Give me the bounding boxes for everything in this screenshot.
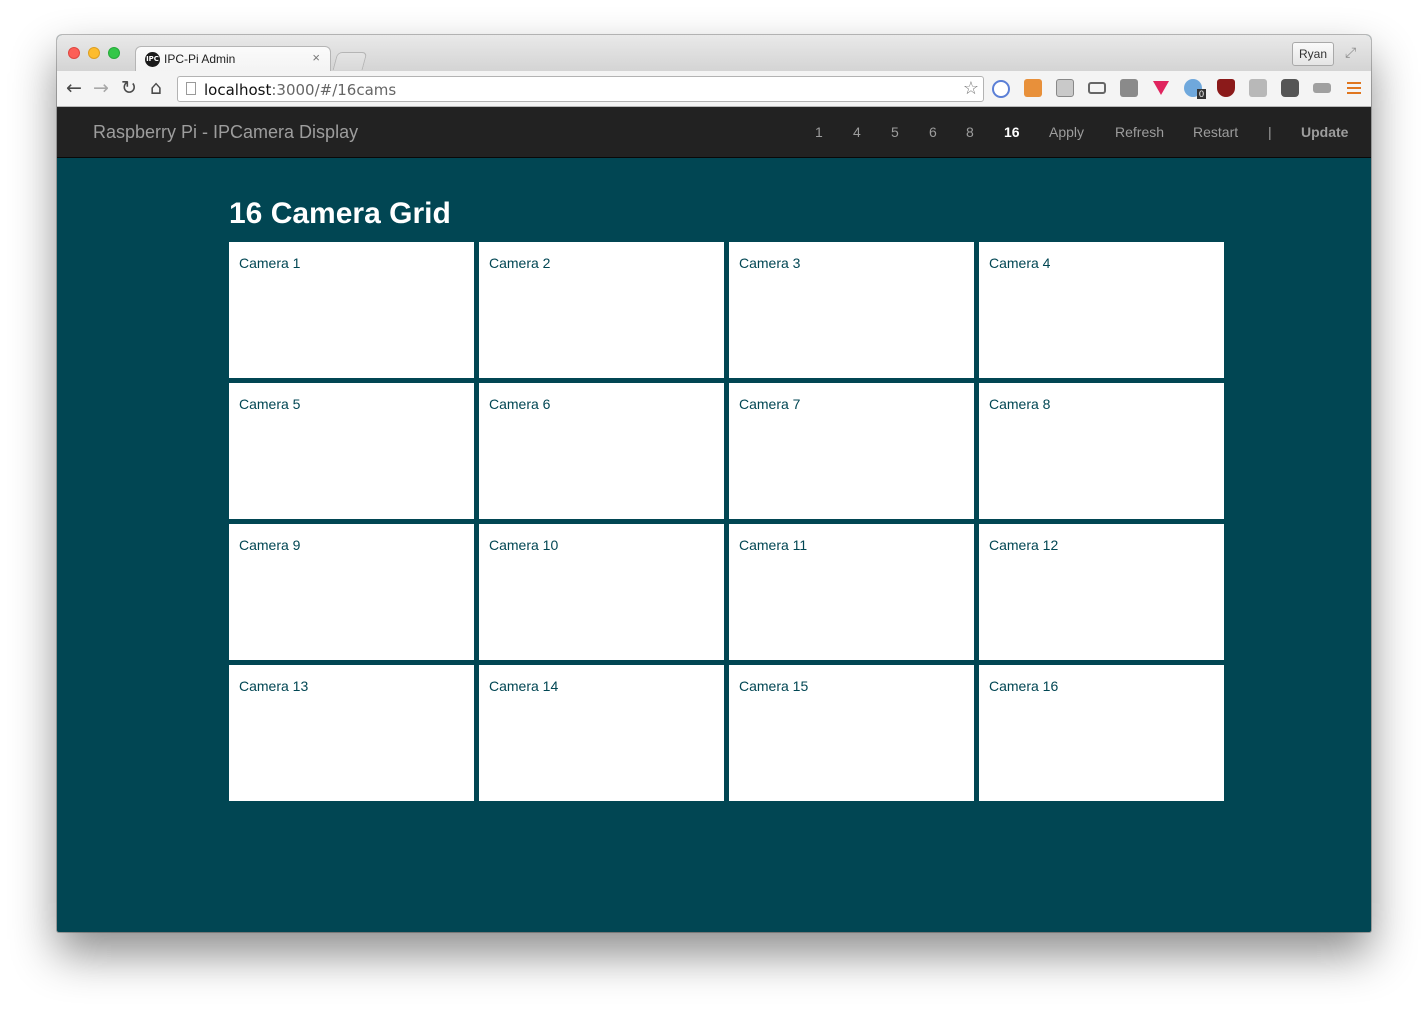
camera-tile[interactable]: Camera 7 [729, 383, 974, 519]
browser-tab[interactable]: IPC IPC-Pi Admin × [135, 46, 331, 72]
camera-grid: Camera 1 Camera 2 Camera 3 Camera 4 Camera 5… [229, 242, 1224, 801]
camera-tile[interactable]: Camera 13 [229, 665, 474, 801]
camera-tile[interactable]: Camera 9 [229, 524, 474, 660]
brand-link[interactable]: Raspberry Pi - IPCamera Display [93, 122, 358, 143]
camera-label: Camera 10 [489, 537, 559, 553]
forward-icon[interactable]: → [93, 77, 109, 99]
restart-link[interactable]: Restart [1193, 124, 1238, 140]
download-icon[interactable] [1153, 81, 1169, 95]
url-text: localhost:3000/#/16cams [204, 81, 397, 99]
extension-badge: 0 [1197, 89, 1207, 99]
camera-tile[interactable]: Camera 12 [979, 524, 1224, 660]
refresh-link[interactable]: Refresh [1115, 124, 1164, 140]
ublock-icon[interactable] [1217, 79, 1235, 97]
favicon-icon: IPC [145, 52, 160, 67]
camera-tile[interactable]: Camera 8 [979, 383, 1224, 519]
camera-tile[interactable]: Camera 5 [229, 383, 474, 519]
tab-close-icon[interactable]: × [312, 50, 320, 65]
camera-tile[interactable]: Camera 6 [479, 383, 724, 519]
fullscreen-icon[interactable]: ⤢ [1345, 44, 1356, 61]
nav-4-cams[interactable]: 4 [853, 124, 861, 140]
camera-tile[interactable]: Camera 3 [729, 242, 974, 378]
camera-tile[interactable]: Camera 14 [479, 665, 724, 801]
extension-icon[interactable] [1281, 79, 1299, 97]
camera-tile[interactable]: Camera 4 [979, 242, 1224, 378]
camera-label: Camera 1 [239, 255, 301, 271]
address-bar[interactable]: localhost:3000/#/16cams ☆ [177, 76, 984, 102]
nav-separator: | [1268, 124, 1272, 140]
camera-label: Camera 16 [989, 678, 1059, 694]
nav-1-cam[interactable]: 1 [815, 124, 823, 140]
profile-button[interactable]: Ryan [1292, 42, 1334, 66]
menu-icon[interactable] [1347, 82, 1361, 96]
camera-label: Camera 5 [239, 396, 301, 412]
camera-label: Camera 2 [489, 255, 551, 271]
zoom-window-button[interactable] [108, 47, 120, 59]
page-title: 16 Camera Grid [229, 197, 451, 230]
extension-icon[interactable] [1024, 79, 1042, 97]
camera-label: Camera 3 [739, 255, 801, 271]
new-tab-button[interactable] [332, 52, 368, 70]
app-navbar: Raspberry Pi - IPCamera Display 1 4 5 6 … [57, 107, 1371, 158]
nav-16-cams[interactable]: 16 [1004, 124, 1020, 140]
camera-label: Camera 7 [739, 396, 801, 412]
camera-label: Camera 11 [739, 537, 808, 553]
extension-icon[interactable] [1249, 79, 1267, 97]
bookmark-star-icon[interactable]: ☆ [963, 78, 979, 99]
nav-6-cams[interactable]: 6 [929, 124, 937, 140]
extension-icon[interactable] [1120, 79, 1138, 97]
home-icon[interactable]: ⌂ [150, 77, 162, 99]
nav-5-cams[interactable]: 5 [891, 124, 899, 140]
camera-tile[interactable]: Camera 2 [479, 242, 724, 378]
reload-icon[interactable]: ↻ [121, 77, 137, 99]
page-icon [186, 82, 196, 95]
apply-link[interactable]: Apply [1049, 124, 1084, 140]
browser-toolbar: ← → ↻ ⌂ localhost:3000/#/16cams ☆ 0 [57, 71, 1371, 107]
browser-window: IPC IPC-Pi Admin × Ryan ⤢ ← → ↻ ⌂ localh… [57, 35, 1371, 932]
camera-label: Camera 12 [989, 537, 1059, 553]
browser-titlebar: IPC IPC-Pi Admin × Ryan ⤢ [57, 35, 1371, 72]
cast-icon[interactable] [1088, 82, 1106, 94]
extension-icon[interactable] [992, 80, 1010, 98]
camera-tile[interactable]: Camera 11 [729, 524, 974, 660]
nav-8-cams[interactable]: 8 [966, 124, 974, 140]
extension-icon[interactable] [1313, 83, 1331, 93]
minimize-window-button[interactable] [88, 47, 100, 59]
extension-icon[interactable] [1056, 79, 1074, 97]
camera-tile[interactable]: Camera 1 [229, 242, 474, 378]
update-link[interactable]: Update [1301, 124, 1348, 140]
camera-label: Camera 14 [489, 678, 559, 694]
close-window-button[interactable] [68, 47, 80, 59]
camera-label: Camera 9 [239, 537, 301, 553]
camera-label: Camera 8 [989, 396, 1051, 412]
camera-label: Camera 6 [489, 396, 551, 412]
camera-label: Camera 15 [739, 678, 809, 694]
camera-label: Camera 13 [239, 678, 309, 694]
camera-tile[interactable]: Camera 10 [479, 524, 724, 660]
camera-tile[interactable]: Camera 16 [979, 665, 1224, 801]
back-icon[interactable]: ← [66, 77, 82, 99]
tab-title: IPC-Pi Admin [164, 52, 236, 66]
camera-tile[interactable]: Camera 15 [729, 665, 974, 801]
camera-label: Camera 4 [989, 255, 1051, 271]
